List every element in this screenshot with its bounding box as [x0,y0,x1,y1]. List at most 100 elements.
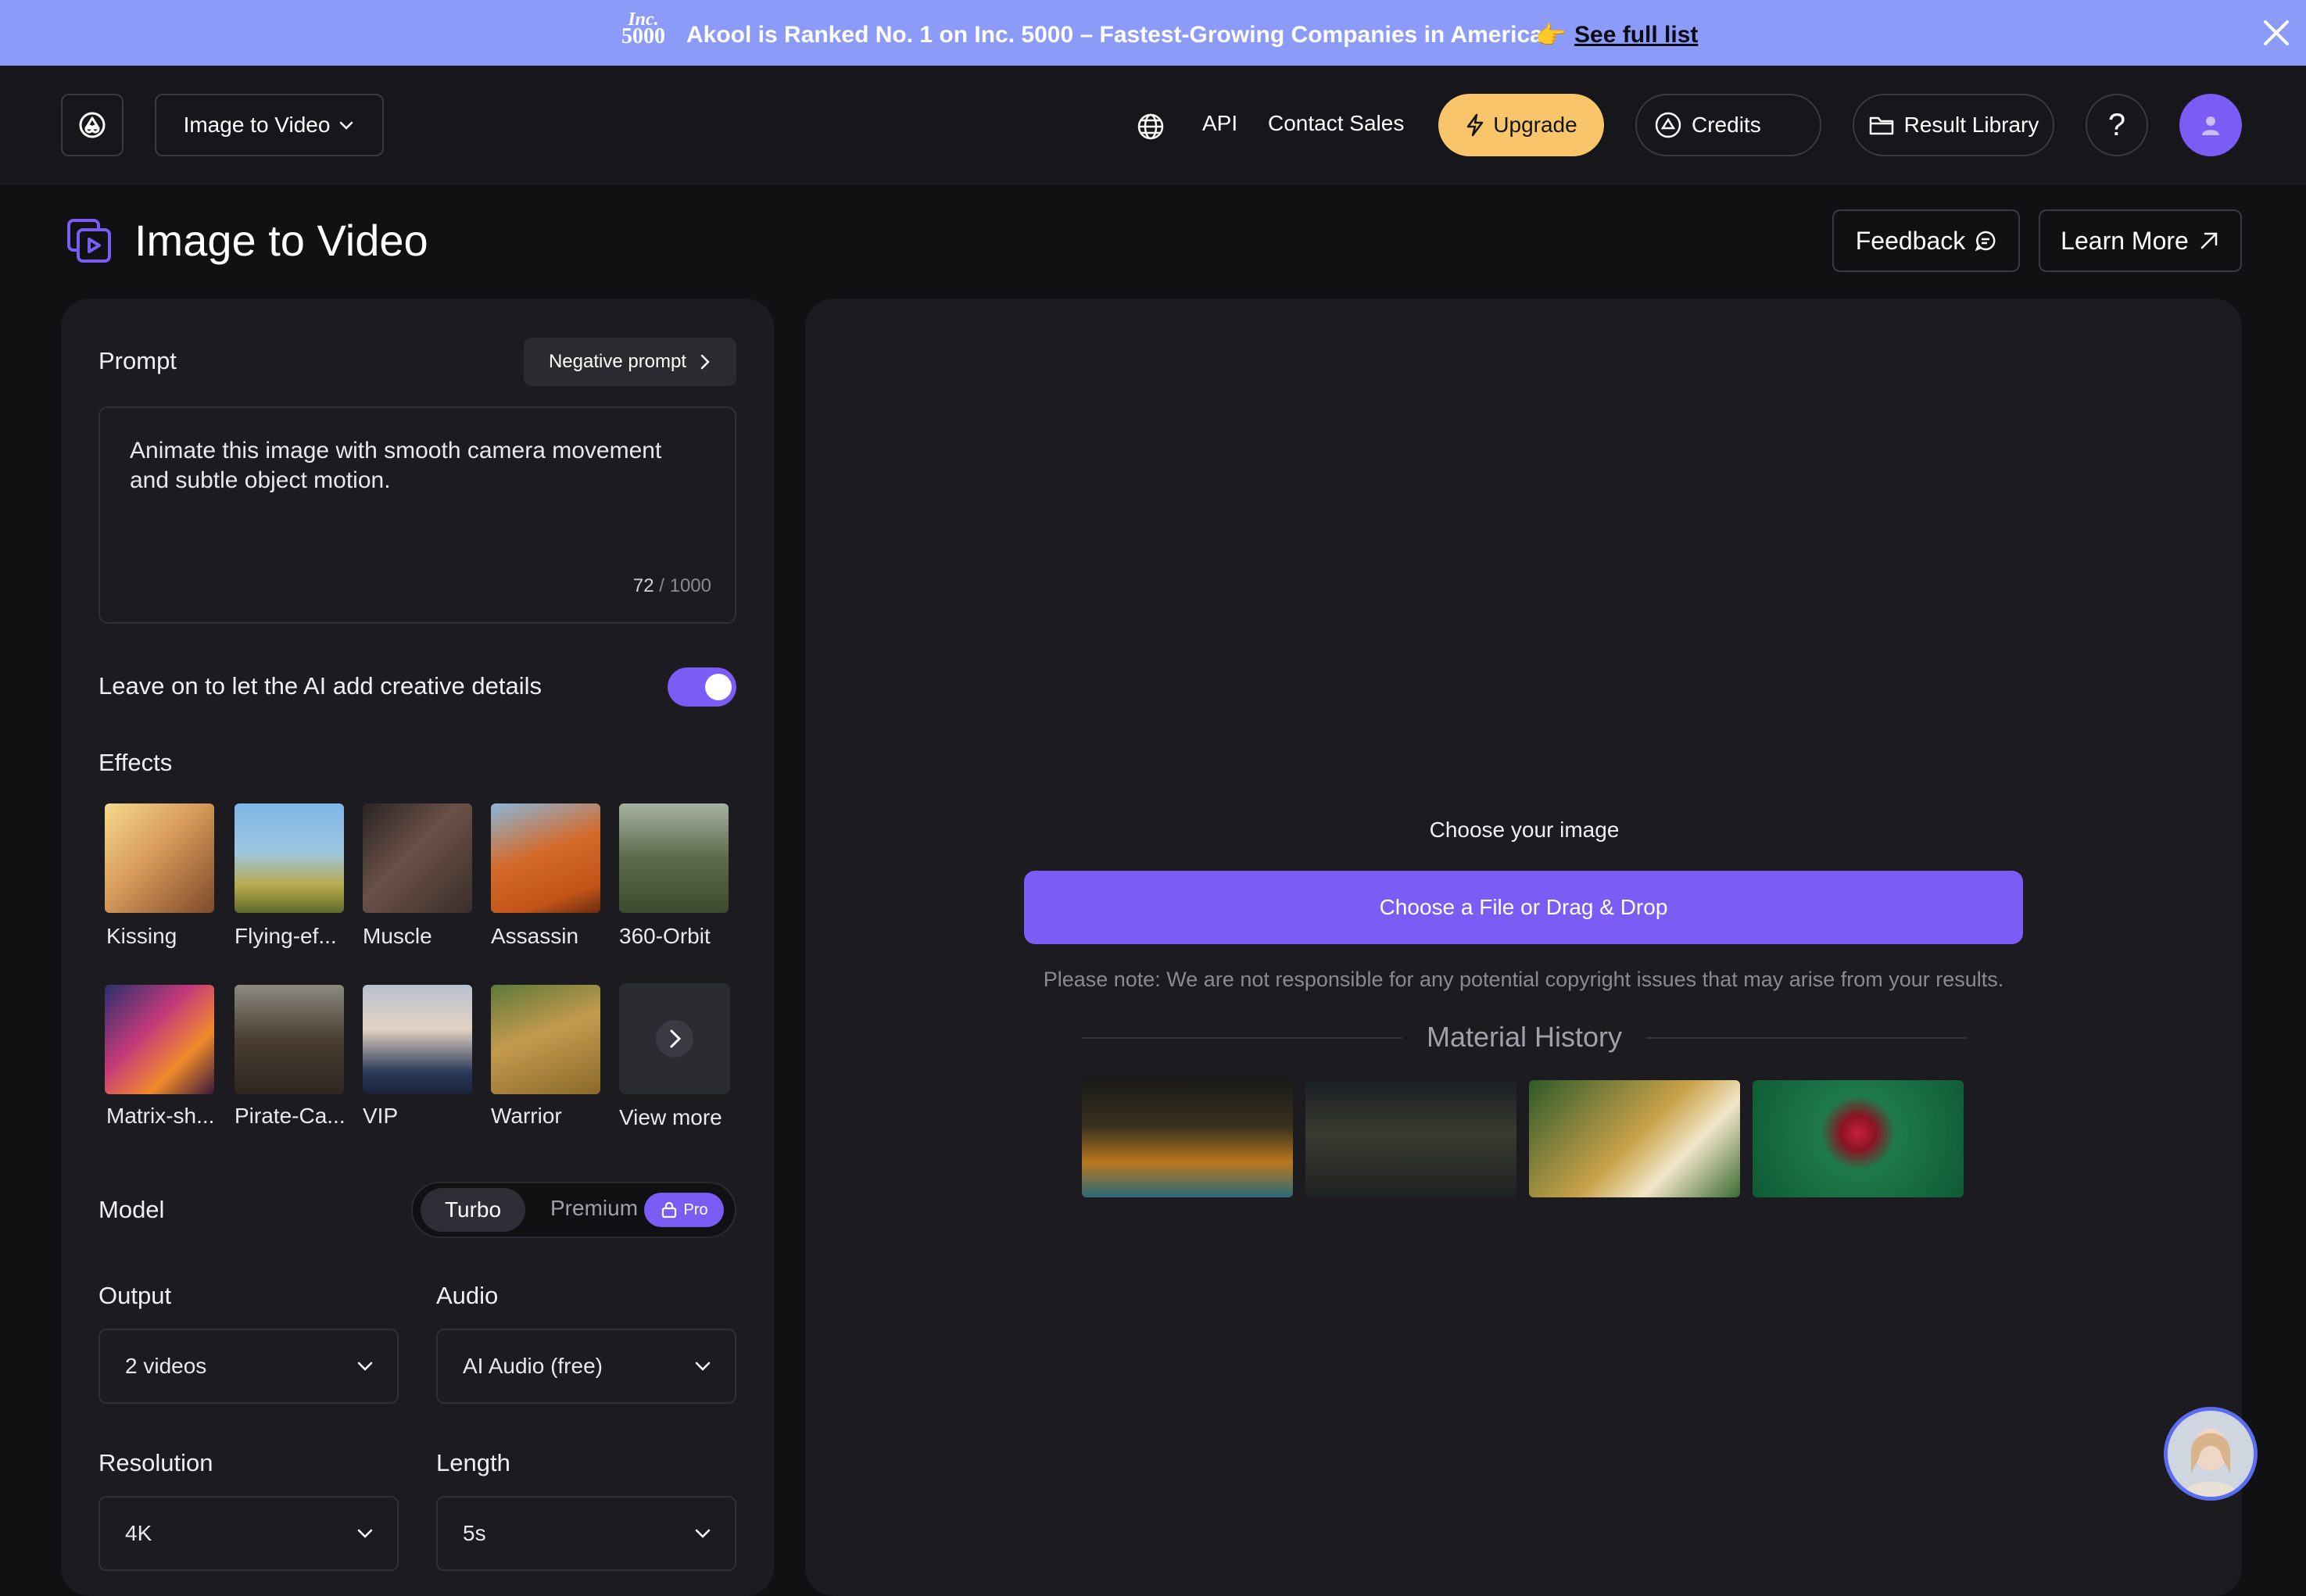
negative-prompt-label: Negative prompt [548,351,687,372]
pro-badge: Pro [644,1193,724,1227]
nav-contact-sales-link[interactable]: Contact Sales [1268,111,1404,136]
effect-label-pirate[interactable]: Pirate-Ca... [235,1104,346,1129]
support-agent-icon [2168,1411,2254,1497]
resolution-select-value: 4K [125,1521,152,1545]
effect-label-360-orbit[interactable]: 360-Orbit [619,924,711,949]
length-label: Length [436,1449,510,1476]
history-thumb-4[interactable] [1753,1080,1964,1197]
history-thumb-2[interactable] [1305,1080,1516,1197]
effect-label-vip[interactable]: VIP [363,1104,398,1129]
chevron-down-icon [357,1529,373,1538]
user-icon [2202,116,2219,135]
credits-label: Credits [1692,113,1761,137]
chat-bubble-icon [1975,231,1996,252]
upgrade-label: Upgrade [1493,113,1577,137]
output-select[interactable]: 2 videos [98,1329,399,1404]
effect-thumb-flying[interactable] [235,803,344,913]
effect-label-muscle[interactable]: Muscle [363,924,432,949]
learn-more-button[interactable]: Learn More [2039,209,2242,272]
effect-label-flying[interactable]: Flying-ef... [235,924,337,949]
effect-thumb-pirate[interactable] [235,985,344,1094]
effect-thumb-matrix[interactable] [105,985,214,1094]
copyright-note: Please note: We are not responsible for … [1043,968,2004,991]
negative-prompt-button[interactable]: Negative prompt [524,338,736,386]
audio-label: Audio [436,1282,499,1309]
creative-details-label: Leave on to let the AI add creative deta… [98,672,542,700]
globe-icon[interactable] [1135,111,1166,142]
akool-logo-icon [79,112,106,138]
view-more-effects-button[interactable] [619,983,730,1094]
mode-dropdown[interactable]: Image to Video [155,94,384,156]
inc-5000-logo: Inc. 5000 [621,9,665,48]
resolution-select[interactable]: 4K [98,1496,399,1571]
effect-thumb-kissing[interactable] [105,803,214,913]
output-select-value: 2 videos [125,1354,207,1378]
pointing-hand-emoji: 👉 [1535,21,1567,49]
learn-more-label: Learn More [2061,226,2189,255]
effect-label-matrix[interactable]: Matrix-sh... [106,1104,214,1129]
question-mark-icon: ? [2107,107,2126,142]
chevron-down-icon [695,1529,711,1538]
result-library-label: Result Library [1903,113,2039,137]
feedback-button[interactable]: Feedback [1832,209,2020,272]
view-more-label[interactable]: View more [619,1105,722,1130]
app-logo-button[interactable] [61,94,124,156]
length-select[interactable]: 5s [436,1496,736,1571]
choose-file-button[interactable]: Choose a File or Drag & Drop [1024,871,2023,944]
result-library-button[interactable]: Result Library [1853,94,2054,156]
model-label: Model [98,1196,165,1223]
effect-label-warrior[interactable]: Warrior [491,1104,562,1129]
output-label: Output [98,1282,172,1309]
upload-panel [805,299,2242,1596]
audio-select-value: AI Audio (free) [463,1354,603,1378]
lock-icon [662,1201,677,1218]
resolution-label: Resolution [98,1449,213,1476]
page-title: Image to Video [134,216,428,265]
material-history-title: Material History [1426,1021,1623,1053]
pro-badge-label: Pro [683,1201,708,1218]
chevron-right-circle-icon [656,1020,693,1057]
divider-right [1646,1037,1967,1039]
support-chat-avatar[interactable] [2164,1407,2258,1501]
model-premium-option[interactable]: Premium [550,1196,638,1221]
external-link-arrow-icon [2200,232,2218,249]
length-select-value: 5s [463,1521,486,1545]
prompt-character-counter: 72 / 1000 [594,575,711,597]
effects-label: Effects [98,749,173,776]
effect-thumb-assassin[interactable] [491,803,600,913]
credits-coin-icon [1655,112,1681,138]
lightning-icon [1467,113,1484,137]
audio-select[interactable]: AI Audio (free) [436,1329,736,1404]
effect-label-kissing[interactable]: Kissing [106,924,177,949]
chevron-down-icon [340,121,353,130]
history-thumb-1[interactable] [1082,1080,1293,1197]
credits-button[interactable]: Credits [1635,94,1821,156]
effect-thumb-vip[interactable] [363,985,472,1094]
banner-message: Akool is Ranked No. 1 on Inc. 5000 – Fas… [686,22,1543,48]
toggle-knob [705,674,732,700]
close-icon[interactable] [2258,9,2295,56]
effect-thumb-muscle[interactable] [363,803,472,913]
effect-thumb-warrior[interactable] [491,985,600,1094]
counter-current: 72 [632,575,654,596]
divider-left [1082,1037,1402,1039]
upgrade-button[interactable]: Upgrade [1438,94,1604,156]
counter-max: / 1000 [659,575,711,596]
help-button[interactable]: ? [2086,94,2148,156]
folder-icon [1869,116,1893,135]
effect-thumb-360-orbit[interactable] [619,803,729,913]
history-thumb-3[interactable] [1529,1080,1740,1197]
choose-image-title: Choose your image [1429,818,1620,842]
creative-details-toggle[interactable] [668,667,736,707]
prompt-text[interactable]: Animate this image with smooth camera mo… [130,436,677,496]
nav-api-link[interactable]: API [1202,111,1237,136]
model-turbo-option[interactable]: Turbo [421,1188,525,1232]
see-full-list-link[interactable]: See full list [1574,22,1698,48]
chevron-down-icon [695,1362,711,1371]
feedback-label: Feedback [1855,226,1966,255]
chevron-right-icon [700,354,710,370]
prompt-label: Prompt [98,347,177,374]
chevron-down-icon [357,1362,373,1371]
effect-label-assassin[interactable]: Assassin [491,924,578,949]
user-avatar[interactable] [2179,94,2242,156]
